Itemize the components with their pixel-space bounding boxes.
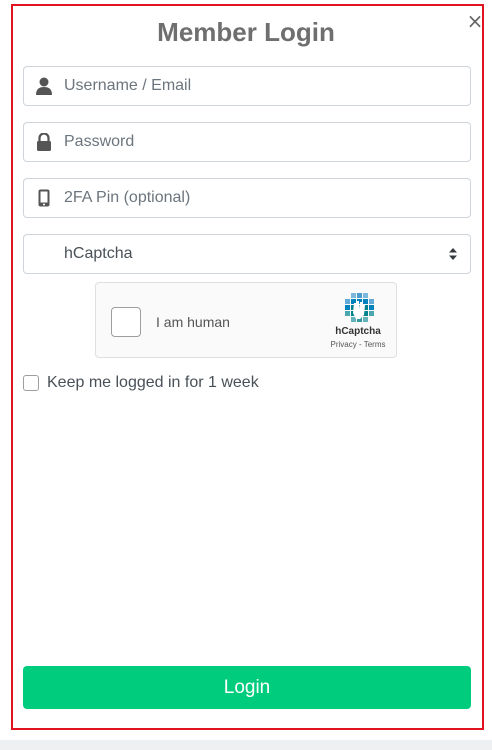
hcaptcha-links[interactable]: Privacy - Terms bbox=[322, 340, 394, 349]
hcaptcha-brand: hCaptcha bbox=[335, 326, 381, 337]
remember-label[interactable]: Keep me logged in for 1 week bbox=[47, 374, 259, 392]
captcha-select-value: hCaptcha bbox=[64, 245, 133, 262]
remember-me[interactable]: Keep me logged in for 1 week bbox=[23, 373, 259, 393]
remember-checkbox[interactable] bbox=[23, 375, 39, 391]
modal-title: Member Login bbox=[157, 17, 335, 47]
login-modal: × Member Login hCap bbox=[0, 0, 492, 740]
username-field[interactable] bbox=[23, 66, 471, 106]
login-button[interactable]: Login bbox=[23, 666, 471, 709]
lock-icon bbox=[24, 123, 64, 161]
select-caret-icon bbox=[448, 247, 458, 261]
hcaptcha-widget: I am human hCaptcha Privacy - Terms bbox=[95, 282, 397, 358]
captcha-checkbox[interactable] bbox=[111, 307, 141, 337]
captcha-select[interactable]: hCaptcha bbox=[23, 234, 471, 274]
pin-input[interactable] bbox=[64, 180, 454, 216]
username-input[interactable] bbox=[64, 68, 454, 104]
password-field[interactable] bbox=[23, 122, 471, 162]
password-input[interactable] bbox=[64, 124, 454, 160]
captcha-label: I am human bbox=[156, 314, 230, 330]
mobile-icon bbox=[24, 179, 64, 217]
pin-field[interactable] bbox=[23, 178, 471, 218]
hcaptcha-logo-icon bbox=[342, 293, 376, 325]
user-icon bbox=[24, 67, 64, 105]
